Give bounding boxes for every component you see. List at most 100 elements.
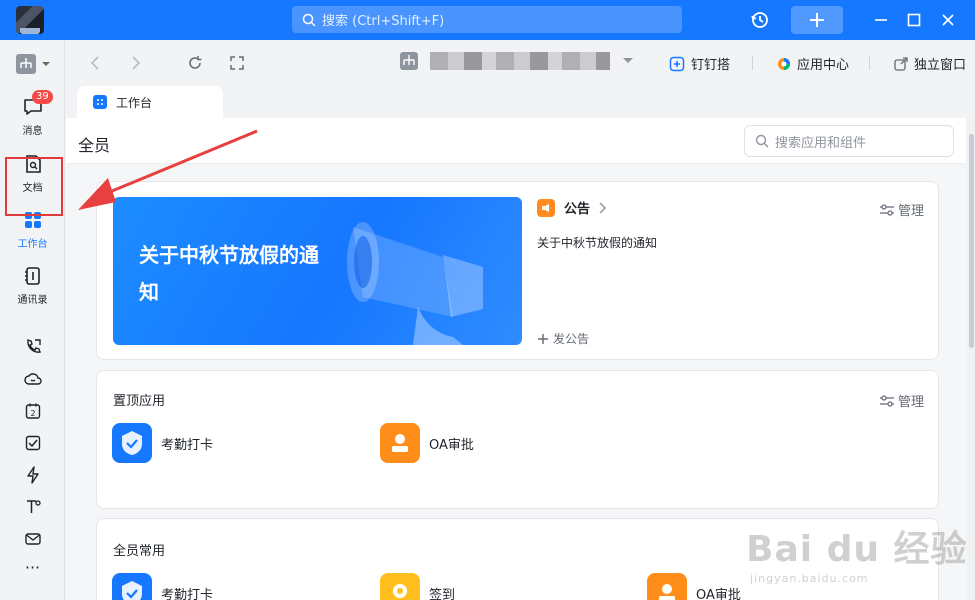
- chevron-down-icon: [623, 58, 633, 63]
- watermark: Bai du 经验 jingyan.baidu.com: [746, 520, 968, 585]
- common-apps-title: 全员常用: [113, 544, 166, 559]
- more-icon[interactable]: ···: [0, 558, 65, 577]
- rail-item-label: 工作台: [17, 239, 48, 250]
- left-rail: 39 消息 文档 工作台 通讯录 2 ···: [0, 40, 65, 600]
- org-name-blurred: [430, 52, 610, 70]
- watermark-brand: Bai du 经验: [746, 529, 968, 570]
- back-icon[interactable]: [86, 54, 104, 72]
- pinned-manage-button[interactable]: 管理: [880, 391, 924, 410]
- settings-sliders-icon: [880, 394, 894, 407]
- app-attendance[interactable]: 考勤打卡: [112, 573, 213, 600]
- nav-bar: 钉钉搭 应用中心 独立窗口: [66, 40, 975, 86]
- app-search-input[interactable]: 搜索应用和组件: [744, 125, 954, 157]
- detach-icon: [894, 56, 908, 71]
- fullscreen-icon[interactable]: [228, 54, 246, 72]
- rail-cloud[interactable]: [0, 370, 65, 388]
- org-switcher[interactable]: [0, 54, 65, 74]
- org-icon: [400, 52, 418, 70]
- calendar-day: 2: [30, 409, 35, 418]
- scrollbar[interactable]: [968, 118, 975, 600]
- history-icon[interactable]: [748, 8, 772, 32]
- rail-pin[interactable]: [0, 498, 65, 516]
- plus-icon: [810, 13, 824, 27]
- rail-todo[interactable]: [0, 434, 65, 452]
- app-label: 考勤打卡: [161, 587, 214, 600]
- manage-label: 管理: [898, 395, 925, 410]
- dingdingda-link[interactable]: 钉钉搭: [669, 54, 730, 73]
- app-center-link[interactable]: 应用中心: [777, 54, 849, 73]
- notice-header[interactable]: 公告: [537, 198, 608, 217]
- banner-text: 关于中秋节放假的通知: [139, 243, 319, 304]
- notice-manage-button[interactable]: 管理: [880, 200, 924, 219]
- detach-window-link[interactable]: 独立窗口: [894, 54, 966, 73]
- unread-badge: 39: [32, 90, 53, 104]
- calendar-icon: 2: [25, 403, 40, 419]
- divider: [752, 56, 753, 70]
- notice-item[interactable]: 关于中秋节放假的通知: [537, 234, 657, 251]
- org-switcher-icon: [15, 54, 50, 74]
- org-selector[interactable]: [400, 52, 634, 70]
- rail-item-label: 消息: [22, 126, 43, 137]
- app-center-label: 应用中心: [797, 58, 850, 73]
- tab-label: 工作台: [116, 95, 153, 110]
- app-checkin[interactable]: 签到: [380, 573, 455, 600]
- app-label: 考勤打卡: [161, 437, 214, 453]
- pinned-apps-title: 置顶应用: [113, 394, 166, 409]
- plus-icon: [538, 333, 548, 344]
- tab-workbench[interactable]: 工作台: [77, 86, 223, 118]
- approval-icon: [380, 423, 420, 463]
- forward-icon[interactable]: [127, 54, 145, 72]
- notice-icon: [537, 198, 555, 217]
- rail-calendar[interactable]: 2: [0, 402, 65, 420]
- flash-icon: [26, 466, 39, 484]
- app-oa-approval[interactable]: OA审批: [647, 573, 741, 600]
- minimize-icon[interactable]: [869, 8, 893, 32]
- maximize-icon[interactable]: [902, 8, 926, 32]
- settings-sliders-icon: [880, 203, 894, 216]
- attendance-icon: [112, 423, 152, 463]
- approval-icon: [647, 573, 687, 600]
- app-label: OA审批: [696, 587, 741, 600]
- app-oa-approval[interactable]: OA审批: [380, 423, 474, 463]
- search-icon: [302, 13, 316, 27]
- content-header: 全员 搜索应用和组件: [66, 118, 966, 164]
- app-label: OA审批: [429, 437, 474, 453]
- title-bar: 搜索 (Ctrl+Shift+F): [0, 0, 975, 40]
- page-title: 全员: [78, 136, 111, 155]
- megaphone-icon: [347, 222, 483, 345]
- pin-icon: [26, 500, 41, 513]
- app-attendance[interactable]: 考勤打卡: [112, 423, 213, 463]
- global-search-placeholder: 搜索 (Ctrl+Shift+F): [322, 14, 445, 29]
- watermark-url: jingyan.baidu.com: [750, 572, 869, 585]
- notice-title: 公告: [564, 202, 591, 217]
- highlight-box: [5, 157, 63, 216]
- rail-item-messages[interactable]: 39 消息: [0, 90, 65, 137]
- rail-phone[interactable]: [0, 338, 65, 356]
- workbench-tab-icon: [93, 95, 107, 109]
- global-search-input[interactable]: 搜索 (Ctrl+Shift+F): [292, 6, 682, 33]
- divider: [869, 56, 870, 70]
- mail-icon: [24, 533, 41, 545]
- app-logo: [16, 6, 44, 34]
- rail-item-contacts[interactable]: 通讯录: [0, 265, 65, 306]
- attendance-icon: [112, 573, 152, 600]
- rail-item-label: 通讯录: [17, 295, 48, 306]
- detach-label: 独立窗口: [914, 58, 967, 73]
- search-icon: [755, 134, 769, 148]
- chevron-right-icon: [599, 201, 607, 214]
- todo-icon: [25, 435, 40, 451]
- phone-icon: [26, 339, 41, 353]
- close-icon[interactable]: [936, 8, 960, 32]
- refresh-icon[interactable]: [186, 54, 204, 72]
- cloud-icon: [23, 373, 42, 385]
- dingdingda-icon: [669, 56, 685, 71]
- post-notice-button[interactable]: 发公告: [537, 330, 589, 347]
- manage-label: 管理: [898, 204, 925, 219]
- rail-flash[interactable]: [0, 466, 65, 484]
- app-search-placeholder: 搜索应用和组件: [775, 135, 867, 151]
- add-button[interactable]: [791, 6, 843, 34]
- announcement-banner[interactable]: 关于中秋节放假的通知: [113, 197, 522, 345]
- announcement-card: 关于中秋节放假的通知 公告 管理 关于中秋节放假的通知 发公告: [96, 181, 939, 360]
- contacts-icon: [24, 267, 40, 285]
- rail-mail[interactable]: [0, 530, 65, 548]
